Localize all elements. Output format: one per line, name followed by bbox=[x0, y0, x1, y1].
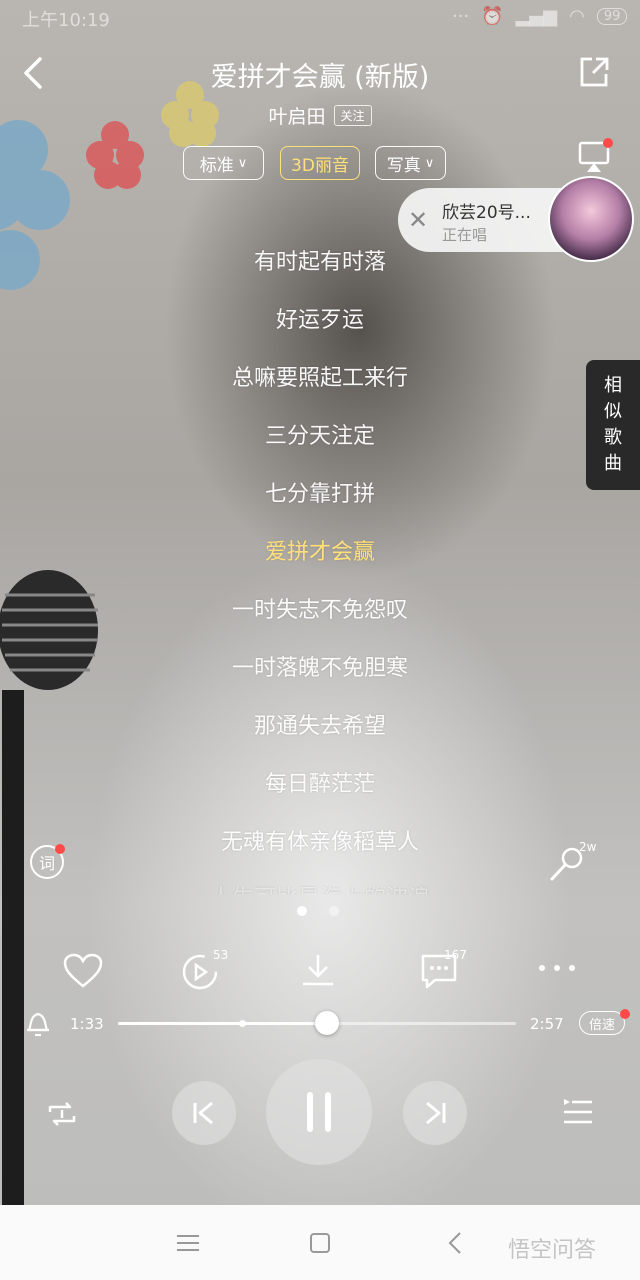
pause-button[interactable] bbox=[266, 1059, 372, 1165]
lyric-line: 好运歹运 bbox=[275, 308, 364, 333]
nav-back-icon[interactable] bbox=[447, 1231, 463, 1255]
singer-name: 欣芸20号... bbox=[442, 203, 531, 223]
next-icon bbox=[426, 1101, 446, 1125]
page-dot-active bbox=[297, 906, 307, 916]
progress-marker bbox=[239, 1020, 246, 1027]
speed-badge bbox=[620, 1009, 630, 1019]
display-mode-button[interactable]: 写真 ∨ bbox=[375, 146, 446, 180]
sing-count: 2w bbox=[579, 840, 597, 854]
singer-status: 正在唱 bbox=[442, 226, 488, 244]
lyrics-badge bbox=[55, 844, 65, 854]
page-dot bbox=[329, 906, 339, 916]
previous-button[interactable] bbox=[172, 1081, 236, 1145]
quality-button[interactable]: 标准 ∨ bbox=[183, 146, 264, 180]
home-icon[interactable] bbox=[309, 1232, 331, 1254]
speed-label: 倍速 bbox=[588, 1017, 615, 1033]
lyric-line: 有时起有时落 bbox=[253, 250, 386, 275]
playlist-icon[interactable] bbox=[562, 1098, 594, 1128]
alarm-icon: ⏰ bbox=[481, 6, 504, 27]
duration-time: 2:57 bbox=[530, 1015, 564, 1033]
cell-signal-icon: ▂▄▆ bbox=[515, 6, 558, 27]
wifi-icon: ◠ bbox=[569, 6, 585, 27]
signal-icon: ··· bbox=[452, 6, 470, 27]
sound-effect-label: 3D丽音 bbox=[291, 155, 349, 176]
repeat-icon[interactable] bbox=[46, 1098, 78, 1130]
chevron-down-icon: ∨ bbox=[424, 155, 435, 171]
close-icon[interactable]: ✕ bbox=[408, 206, 428, 234]
share-icon[interactable] bbox=[578, 56, 610, 88]
previous-icon bbox=[193, 1101, 213, 1125]
quality-label: 标准 bbox=[199, 155, 234, 176]
artist-name[interactable]: 叶启田 bbox=[268, 102, 325, 129]
lyric-line: 那通失去希望 bbox=[253, 714, 386, 739]
lyric-line: 总嘛要照起工来行 bbox=[231, 366, 408, 391]
more-icon[interactable] bbox=[537, 962, 577, 974]
follow-button[interactable]: 关注 bbox=[333, 105, 372, 126]
side-tab-char: 曲 bbox=[604, 453, 622, 474]
song-title: 爱拼才会赢 (新版) bbox=[210, 62, 430, 93]
watermark: 悟空问答 bbox=[508, 1238, 597, 1263]
chevron-down-icon: ∨ bbox=[237, 155, 248, 171]
status-time: 上午10:19 bbox=[22, 10, 110, 31]
lyrics-label: 词 bbox=[38, 854, 55, 873]
comment-count: 167 bbox=[444, 948, 467, 962]
elapsed-time: 1:33 bbox=[70, 1015, 104, 1033]
lyric-line: 七分靠打拼 bbox=[264, 482, 375, 507]
download-icon[interactable] bbox=[300, 952, 336, 988]
timer-count: 53 bbox=[213, 948, 229, 962]
display-mode-label: 写真 bbox=[386, 155, 421, 176]
artist-row: 叶启田 关注 bbox=[0, 102, 640, 129]
next-button[interactable] bbox=[403, 1081, 467, 1145]
lyric-line: 每日醉茫茫 bbox=[264, 772, 375, 797]
bell-icon[interactable] bbox=[24, 1008, 52, 1038]
heart-icon[interactable] bbox=[63, 953, 103, 989]
progress-knob[interactable] bbox=[314, 1011, 339, 1035]
sound-effect-button[interactable]: 3D丽音 bbox=[280, 146, 360, 180]
pause-icon bbox=[307, 1092, 331, 1132]
battery-icon: 99 bbox=[596, 8, 628, 25]
cast-badge bbox=[603, 138, 613, 148]
progress-played bbox=[118, 1022, 327, 1025]
speed-button[interactable]: 倍速 bbox=[579, 1011, 625, 1035]
lyric-line-current: 爱拼才会赢 bbox=[264, 540, 375, 565]
lyric-line: 一时落魄不免胆寒 bbox=[231, 656, 408, 681]
lyric-line: 一时失志不免怨叹 bbox=[231, 598, 408, 623]
status-icons: ··· ⏰ ▂▄▆ ◠ 99 bbox=[452, 6, 628, 27]
lyric-line: 无魂有体亲像稻草人 bbox=[220, 830, 419, 855]
lyric-line: 三分天注定 bbox=[264, 424, 375, 449]
music-player-screen: 上午10:19 ··· ⏰ ▂▄▆ ◠ 99 爱拼才会赢 (新版) 叶启田 关注… bbox=[0, 0, 640, 1280]
menu-icon[interactable] bbox=[177, 1234, 199, 1252]
